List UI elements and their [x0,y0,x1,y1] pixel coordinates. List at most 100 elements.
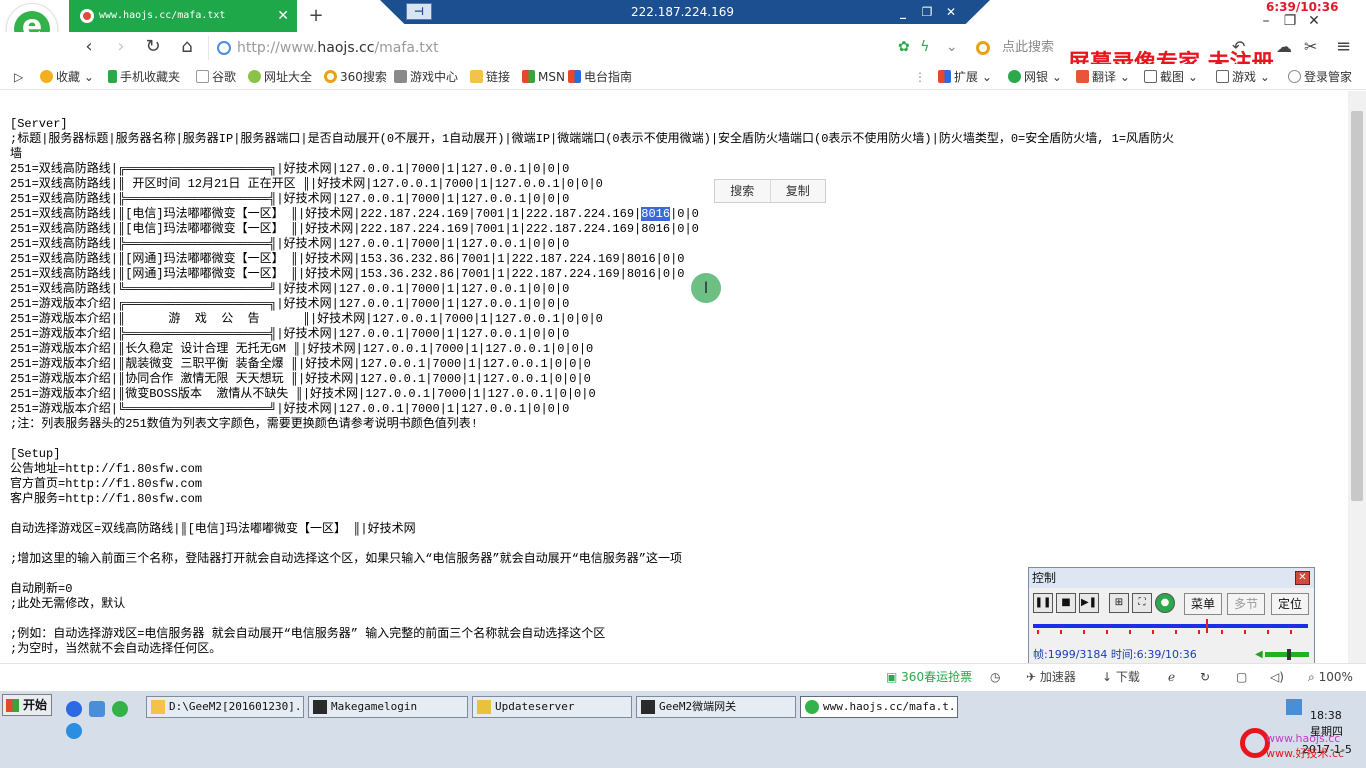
panel-multi-button[interactable]: 多节 [1227,593,1265,615]
browser-quicklaunch-icon[interactable] [112,701,128,717]
window-close-icon[interactable]: ✕ [1302,12,1326,30]
playback-status: 帧:1999/3184 时间:6:39/10:36 [1033,647,1197,663]
bookmark-google[interactable]: 谷歌 [196,64,236,90]
remote-host-ip: 222.187.224.169 [630,5,735,19]
tab-close-icon[interactable]: ✕ [277,0,289,32]
control-panel-close-button[interactable]: ✕ [1295,571,1310,585]
ticket-promo-link[interactable]: ▣ 360春运抢票 [886,664,972,690]
selected-text[interactable]: 8016 [641,207,671,221]
volume-knob[interactable] [1287,649,1291,660]
star-icon [40,70,53,83]
screenshot-button[interactable]: 截图 ⌄ [1144,64,1198,90]
translate-button[interactable]: 翻译 ⌄ [1076,64,1130,90]
ticket-promo-label: 360春运抢票 [901,670,973,684]
remote-minimize-button[interactable]: _ [892,0,914,24]
speaker-icon[interactable]: ◀ [1255,648,1263,662]
extensions-button[interactable]: 扩展 ⌄ [938,64,992,90]
speed-icon[interactable]: ϟ [920,39,929,55]
msn-icon [568,70,581,83]
forward-button[interactable]: › [110,36,132,58]
panel-locate-button[interactable]: 定位 [1271,593,1309,615]
sound-icon[interactable]: ◁) [1270,664,1284,690]
progress-position-marker[interactable] [1206,619,1209,633]
url-dropdown-icon[interactable]: ⌄ [946,39,958,55]
download-button[interactable]: ↓ 下载 [1102,664,1140,690]
bookmark-mobile[interactable]: 手机收藏夹 [108,64,180,90]
window-restore-icon[interactable]: ❐ [1278,12,1302,30]
home-button[interactable]: ⌂ [176,36,198,58]
search-input[interactable]: 点此搜索 [1002,36,1054,60]
ie-mode-icon[interactable]: ℯ [1168,664,1175,690]
cloud-icon[interactable]: ☁ [1276,36,1292,58]
fit-window-icon[interactable]: ⊞ [1109,593,1129,613]
bookmark-favorites[interactable]: 收藏 ⌄ [40,64,94,90]
task-browser[interactable]: www.haojs.cc/mafa.t... [800,696,958,718]
security-icon[interactable]: ✿ [898,39,910,55]
sidebar-toggle-icon[interactable]: ▷ [14,64,23,90]
task-folder[interactable]: D:\GeeM2[201601230]... [146,696,304,718]
remote-close-button[interactable]: ✕ [940,0,962,24]
progress-tick [1244,630,1246,634]
text-line: [Server] [10,117,68,131]
reload-button[interactable]: ↻ [142,36,164,58]
stop-icon[interactable]: ■ [1056,593,1076,613]
tab-title: www.haojs.cc/mafa.txt [99,10,226,21]
menu-button[interactable]: ≡ [1336,36,1351,58]
bookmark-msn[interactable]: MSN [522,64,565,90]
pin-icon[interactable]: ⊣ [406,3,432,20]
bookmark-360search[interactable]: 360搜索 [324,64,387,90]
time-counter: 时间:6:39/10:36 [1110,648,1197,661]
scrollbar-thumb[interactable] [1351,111,1363,501]
task-updateserver[interactable]: Updateserver [472,696,632,718]
task-label: GeeM2微端网关 [659,700,737,713]
panel-menu-button[interactable]: 菜单 [1184,593,1222,615]
browser-icon [805,700,819,714]
window-minimize-icon[interactable]: – [1254,12,1278,30]
task-geem2-gateway[interactable]: GeeM2微端网关 [636,696,796,718]
bank-button[interactable]: 网银 ⌄ [1008,64,1062,90]
bookmark-label: 网址大全 [264,70,313,84]
games-button[interactable]: 游戏 ⌄ [1216,64,1270,90]
clock-time[interactable]: 18:38 [1310,709,1342,723]
task-makegamelogin[interactable]: Makegamelogin [308,696,468,718]
selected-line-tail: |0|0 [670,207,699,221]
progress-tick [1037,630,1039,634]
zoom-control[interactable]: ⌕ 100% [1308,664,1353,690]
pause-icon[interactable]: ❚❚ [1033,593,1053,613]
explorer-quicklaunch-icon[interactable] [89,701,105,717]
download-label: 下载 [1115,670,1140,684]
page-icon [196,70,209,83]
copy-selection-button[interactable]: 复制 [769,180,826,202]
bookmark-games[interactable]: 游戏中心 [394,64,458,90]
text-line: ;标题|服务器标题|服务器名称|服务器IP|服务器端口|是否自动展开(0不展开，… [10,132,1175,146]
network-icon[interactable] [1286,699,1302,715]
window-icon[interactable]: ▢ [1236,664,1247,690]
vertical-scrollbar[interactable] [1348,91,1366,663]
refresh-icon[interactable]: ↻ [1200,664,1210,690]
accelerator-button[interactable]: ✈ 加速器 [1026,664,1076,690]
mouse-cursor-highlight: I [691,273,721,303]
progress-track[interactable] [1033,624,1308,628]
new-tab-button[interactable]: + [305,0,327,32]
bookmark-label: 360搜索 [340,70,387,84]
app-quicklaunch-icon[interactable] [66,723,82,739]
history-icon[interactable]: ◷ [990,664,1000,690]
search-selection-button[interactable]: 搜索 [715,180,770,202]
step-forward-icon[interactable]: ▶❚ [1079,593,1099,613]
login-manager-button[interactable]: 登录管家 [1288,64,1352,90]
url-field[interactable]: http://www.haojs.cc/mafa.txt [208,36,968,60]
url-text[interactable]: http://www.haojs.cc/mafa.txt [237,36,439,60]
remote-restore-button[interactable]: ❐ [916,0,938,24]
bookmark-directory[interactable]: 网址大全 [248,64,312,90]
back-button[interactable]: ‹ [78,36,100,58]
scissors-icon[interactable]: ✂ [1304,36,1317,58]
record-icon[interactable]: ● [1155,593,1175,613]
bookmark-links[interactable]: 链接 [470,64,510,90]
bookmark-radio[interactable]: 电台指南 [568,64,632,90]
tab-mafa-txt[interactable]: www.haojs.cc/mafa.txt ✕ [69,0,297,32]
start-button[interactable]: 开始 [2,694,52,716]
bookmarks-bar: ▷ 收藏 ⌄ 手机收藏夹 谷歌 网址大全 360搜索 游戏中心 链接 MSN 电… [0,64,1366,90]
ie-quicklaunch-icon[interactable] [66,701,82,717]
bookmarks-more-icon[interactable]: ⋮ [914,64,926,90]
fullscreen-icon[interactable]: ⛶ [1132,593,1152,613]
